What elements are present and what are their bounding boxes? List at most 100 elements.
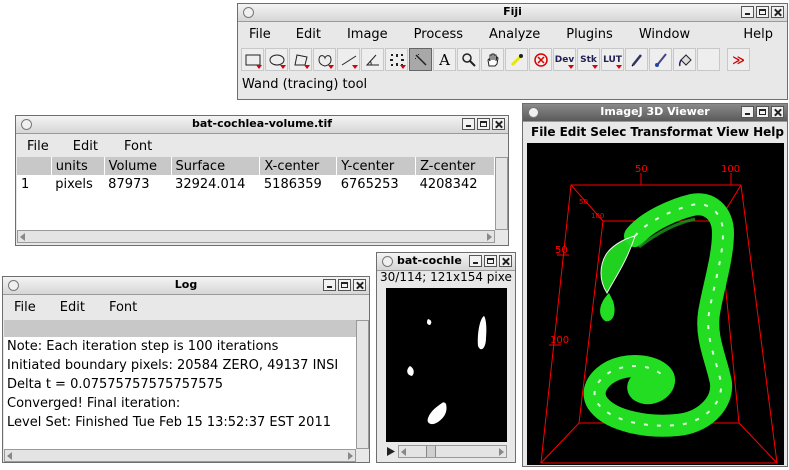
- menu-analyze[interactable]: Analyze: [476, 27, 553, 42]
- minimize-button[interactable]: [462, 118, 475, 130]
- menu-font[interactable]: Font: [112, 139, 164, 154]
- line-tool[interactable]: [337, 48, 360, 71]
- paintbrush-tool[interactable]: [649, 48, 672, 71]
- maximize-button[interactable]: [756, 106, 769, 118]
- point-tool[interactable]: [385, 48, 408, 71]
- log-menubar: File Edit Font: [3, 297, 369, 317]
- table-cell: 32924.014: [175, 177, 246, 192]
- rectangle-tool[interactable]: [241, 48, 264, 71]
- wand-tool[interactable]: [409, 48, 432, 71]
- paintbrush-icon: [654, 52, 667, 67]
- viewer-menubar: File Edit Selec Transformat View Help: [523, 122, 787, 142]
- scroll-right-icon[interactable]: [495, 446, 506, 457]
- log-text-area[interactable]: Note: Each iteration step is 100 iterati…: [4, 337, 356, 449]
- color-picker-icon: [510, 53, 523, 66]
- scroll-left-icon[interactable]: [399, 446, 410, 457]
- minimize-button[interactable]: [323, 279, 336, 291]
- freehand-tool[interactable]: [313, 48, 336, 71]
- close-button[interactable]: [771, 106, 784, 118]
- scroll-right-icon[interactable]: [483, 231, 494, 242]
- oval-tool[interactable]: [265, 48, 288, 71]
- vertical-scrollbar[interactable]: [356, 320, 369, 449]
- stop-tool[interactable]: [529, 48, 552, 71]
- window-menu-icon[interactable]: [382, 256, 393, 267]
- play-icon[interactable]: [386, 446, 396, 457]
- horizontal-scrollbar[interactable]: [4, 449, 356, 462]
- menu-file[interactable]: File: [238, 27, 283, 42]
- menu-edit[interactable]: Edit: [558, 125, 589, 139]
- scroll-right-icon[interactable]: [344, 450, 355, 461]
- table-row[interactable]: 1 pixels 87973 32924.014 5186359 6765253…: [17, 175, 495, 194]
- axis-label-x100: 100: [721, 164, 740, 175]
- polygon-tool[interactable]: [289, 48, 312, 71]
- menu-select[interactable]: Selec: [588, 125, 628, 139]
- menu-edit[interactable]: Edit: [283, 27, 334, 42]
- maximize-button[interactable]: [338, 279, 351, 291]
- scroll-left-icon[interactable]: [5, 450, 16, 461]
- table-header-row: units Volume Surface X-center Y-center Z…: [17, 157, 495, 175]
- menu-plugins[interactable]: Plugins: [553, 27, 626, 42]
- menu-file[interactable]: File: [523, 125, 558, 139]
- close-button[interactable]: [499, 255, 512, 267]
- menu-file[interactable]: File: [16, 139, 61, 154]
- lut-tool[interactable]: LUT: [601, 48, 624, 71]
- fiji-titlebar[interactable]: Fiji: [238, 4, 787, 22]
- color-picker-tool[interactable]: [505, 48, 528, 71]
- stack-slice-slider[interactable]: [386, 445, 507, 458]
- flood-fill-tool[interactable]: [673, 48, 696, 71]
- magnifier-tool[interactable]: [457, 48, 480, 71]
- minimize-button[interactable]: [741, 6, 754, 18]
- stack-titlebar[interactable]: bat-cochle: [377, 253, 515, 271]
- maximize-button[interactable]: [477, 118, 490, 130]
- dev-tool[interactable]: Dev: [553, 48, 576, 71]
- maximize-button[interactable]: [484, 255, 497, 267]
- viewer-canvas[interactable]: 50 100 50 100 50 100: [527, 143, 784, 465]
- stk-tool[interactable]: Stk: [577, 48, 600, 71]
- wand-icon: [414, 53, 427, 66]
- maximize-button[interactable]: [756, 6, 769, 18]
- menu-transform[interactable]: Transformat: [628, 125, 714, 139]
- menu-window[interactable]: Window: [626, 27, 703, 42]
- menu-edit[interactable]: Edit: [61, 139, 112, 154]
- column-header[interactable]: X-center: [259, 157, 338, 175]
- menu-view[interactable]: View: [715, 125, 751, 139]
- angle-tool[interactable]: [361, 48, 384, 71]
- text-tool[interactable]: A: [433, 48, 456, 71]
- vertical-scrollbar[interactable]: [495, 157, 508, 230]
- results-titlebar[interactable]: bat-cochlea-volume.tif: [16, 116, 508, 134]
- column-header[interactable]: units: [51, 157, 105, 175]
- column-header[interactable]: Surface: [171, 157, 261, 175]
- pencil-tool[interactable]: [625, 48, 648, 71]
- minimize-button[interactable]: [741, 106, 754, 118]
- window-title: bat-cochlea-volume.tif: [191, 117, 332, 130]
- table-cell: 1: [21, 177, 30, 192]
- menu-image[interactable]: Image: [334, 27, 401, 42]
- menu-help[interactable]: Help: [729, 27, 787, 42]
- horizontal-scrollbar[interactable]: [17, 230, 495, 243]
- stack-slice-image[interactable]: [386, 288, 507, 442]
- close-button[interactable]: [492, 118, 505, 130]
- menu-file[interactable]: File: [3, 300, 48, 315]
- scroll-left-icon[interactable]: [18, 231, 29, 242]
- viewer-titlebar[interactable]: ImageJ 3D Viewer: [523, 104, 787, 122]
- close-button[interactable]: [353, 279, 366, 291]
- column-header[interactable]: [17, 157, 52, 175]
- results-window: bat-cochlea-volume.tif File Edit Font un…: [15, 115, 509, 246]
- slider-thumb[interactable]: [426, 446, 436, 457]
- axis-label-y50: 50: [555, 245, 568, 256]
- menu-edit[interactable]: Edit: [48, 300, 97, 315]
- minimize-button[interactable]: [469, 255, 482, 267]
- window-title: Fiji: [503, 5, 522, 18]
- hand-tool[interactable]: [481, 48, 504, 71]
- close-button[interactable]: [771, 6, 784, 18]
- more-tools-button[interactable]: ≫: [727, 48, 750, 71]
- log-line: Delta t = 0.07575757575757575: [7, 377, 224, 392]
- slice-scrollbar[interactable]: [398, 445, 507, 458]
- column-header[interactable]: Volume: [104, 157, 172, 175]
- column-header[interactable]: Y-center: [336, 157, 417, 175]
- column-header[interactable]: Z-center: [415, 157, 495, 175]
- log-titlebar[interactable]: Log: [3, 277, 369, 295]
- menu-process[interactable]: Process: [401, 27, 476, 42]
- menu-help[interactable]: Help: [751, 125, 786, 139]
- menu-font[interactable]: Font: [97, 300, 149, 315]
